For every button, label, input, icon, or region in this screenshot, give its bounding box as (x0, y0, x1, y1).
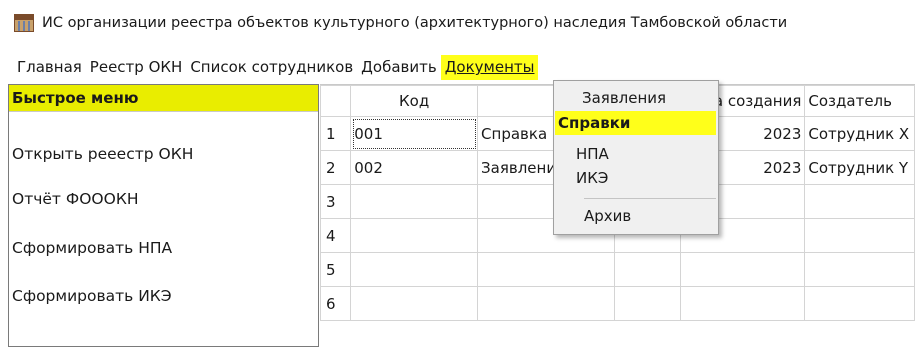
title-bar: ИС организации реестра объектов культурн… (0, 0, 915, 46)
menu-item-certificates-label: Справки (558, 114, 631, 132)
documents-dropdown-menu: Заявления Справки НПА ИКЭ Архив (553, 80, 719, 235)
menu-item-applications[interactable]: Заявления (582, 89, 666, 107)
row-number: 2 (320, 150, 352, 185)
cell-creator[interactable] (804, 184, 915, 219)
cell-creator[interactable] (804, 252, 915, 287)
cell-creator[interactable]: Сотрудник X (804, 116, 915, 151)
cell-code[interactable] (350, 184, 479, 219)
quick-menu-header: Быстрое меню (9, 85, 318, 111)
quick-open-registry-button[interactable]: Открыть рееестр ОКН (12, 145, 193, 163)
menu-documents-label: Документы (444, 58, 535, 76)
window-title: ИС организации реестра объектов культурн… (42, 15, 788, 31)
cell-creator[interactable]: Сотрудник Y (804, 150, 915, 185)
menu-separator (584, 198, 716, 199)
row-number: 6 (320, 286, 352, 321)
cell-created-date[interactable] (680, 252, 806, 287)
row-number: 1 (320, 116, 352, 151)
menu-documents[interactable]: Документы (440, 55, 539, 80)
cell-extra[interactable] (614, 252, 682, 287)
cell-creator[interactable] (804, 218, 915, 253)
cell-code[interactable]: 002 (350, 150, 479, 185)
quick-form-ike-button[interactable]: Сформировать ИКЭ (12, 287, 172, 305)
quick-menu-panel: Быстрое меню Открыть рееестр ОКН Отчёт Ф… (8, 84, 319, 347)
cell-type[interactable] (477, 286, 616, 321)
row-number: 4 (320, 218, 352, 253)
cell-extra[interactable] (614, 286, 682, 321)
cell-code[interactable]: 001 (350, 116, 479, 151)
table-row[interactable]: 5 (320, 252, 915, 287)
quick-menu-list: Открыть рееестр ОКН Отчёт ФОООКН Сформир… (9, 111, 318, 346)
grid-corner-cell (320, 85, 352, 117)
museum-building-icon (14, 14, 34, 32)
menu-main[interactable]: Главная (13, 55, 86, 80)
row-number: 3 (320, 184, 352, 219)
table-row[interactable]: 6 (320, 286, 915, 321)
menu-item-archive[interactable]: Архив (584, 207, 631, 225)
cell-code[interactable] (350, 252, 479, 287)
cell-code[interactable] (350, 218, 479, 253)
quick-form-npa-button[interactable]: Сформировать НПА (12, 239, 172, 257)
menu-registry[interactable]: Реестр ОКН (86, 55, 187, 80)
cell-created-date[interactable] (680, 286, 806, 321)
quick-report-button[interactable]: Отчёт ФОООКН (12, 190, 138, 208)
menu-item-npa[interactable]: НПА (576, 145, 609, 163)
row-number: 5 (320, 252, 352, 287)
cell-code[interactable] (350, 286, 479, 321)
cell-creator[interactable] (804, 286, 915, 321)
menu-add[interactable]: Добавить (357, 55, 441, 80)
cell-type[interactable] (477, 252, 616, 287)
menu-item-ike[interactable]: ИКЭ (576, 169, 608, 187)
column-header-code[interactable]: Код (350, 85, 479, 117)
menu-bar: Главная Реестр ОКН Список сотрудников До… (0, 55, 915, 80)
column-header-creator[interactable]: Создатель (804, 85, 915, 117)
menu-staff-list[interactable]: Список сотрудников (186, 55, 357, 80)
